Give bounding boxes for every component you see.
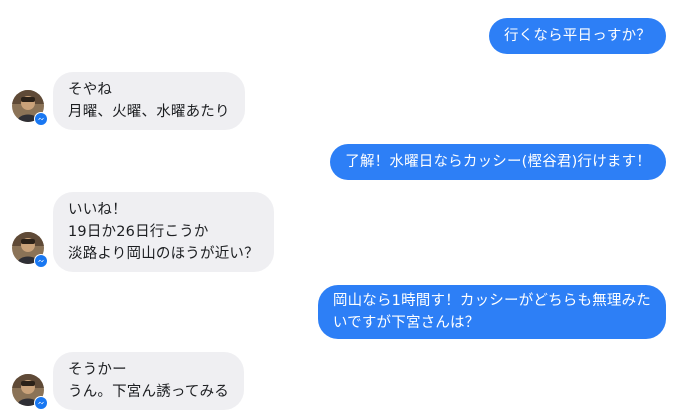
outgoing-message: 岡山なら1時間す！カッシーがどちらも無理みた いですが下宮さんは？: [317, 285, 666, 339]
outgoing-message: 了解！水曜日ならカッシー(樫谷君)行けます！: [330, 144, 666, 180]
messenger-badge-icon: [34, 254, 48, 268]
contact-avatar[interactable]: [12, 232, 48, 268]
incoming-message: そうかー うん。下宮ん誘ってみる: [53, 352, 244, 410]
contact-avatar[interactable]: [12, 374, 48, 410]
messenger-badge-icon: [34, 112, 48, 126]
outgoing-message: 行くなら平日っすか？: [489, 18, 666, 54]
incoming-message: そやね 月曜、火曜、水曜あたり: [53, 72, 245, 130]
messenger-badge-icon: [34, 396, 48, 410]
contact-avatar[interactable]: [12, 90, 48, 126]
incoming-message: いいね！ 19日か26日行こうか 淡路より岡山のほうが近い？: [53, 192, 274, 272]
